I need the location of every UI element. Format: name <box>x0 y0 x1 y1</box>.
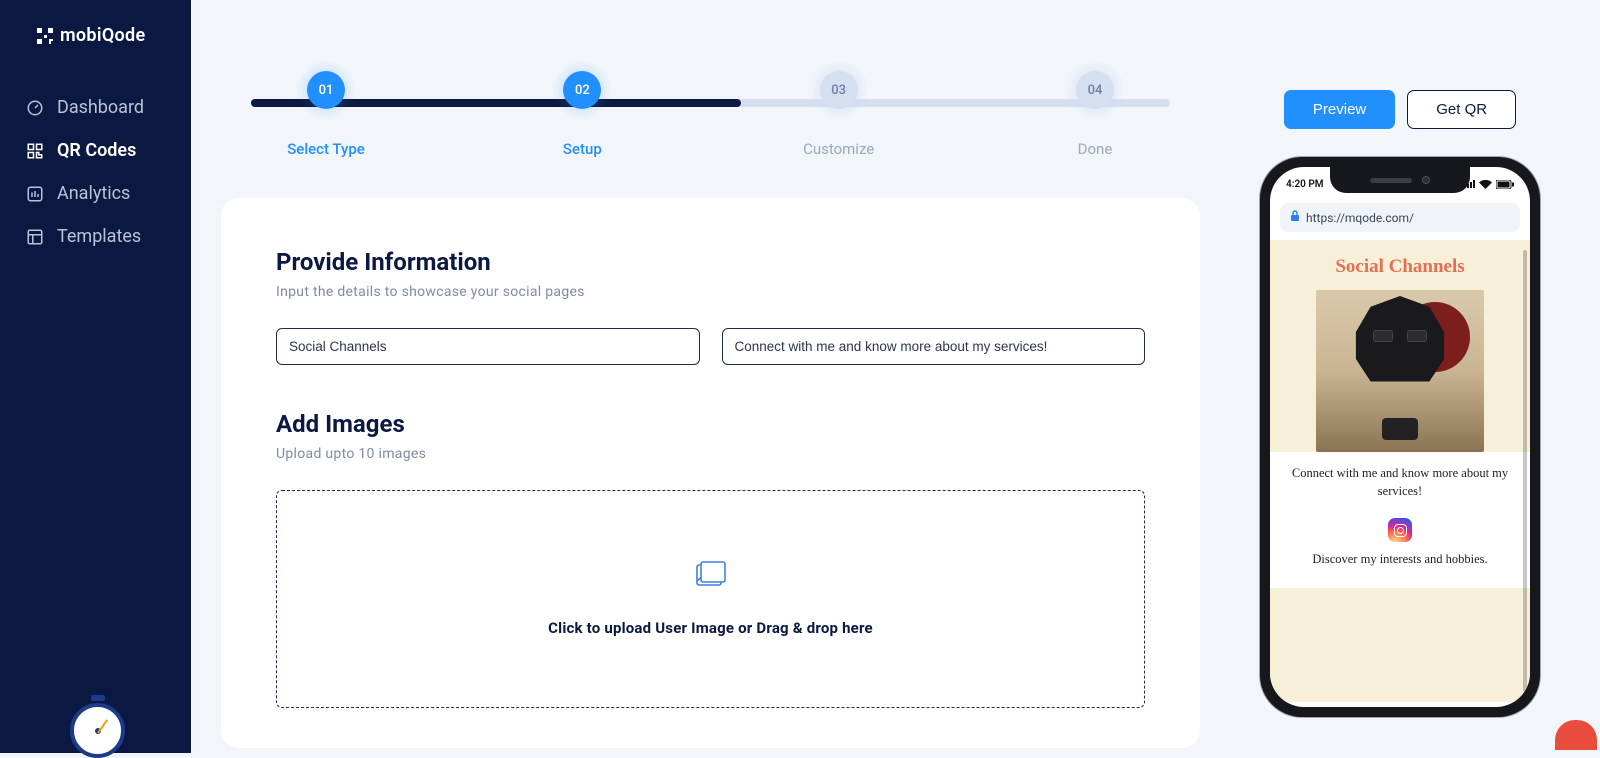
preview-headline: Social Channels <box>1270 240 1530 290</box>
phone-time: 4:20 PM <box>1286 179 1324 190</box>
bar-chart-icon <box>26 185 44 203</box>
stepper: 01 Select Type 02 Setup 03 Customize 04 … <box>221 30 1200 198</box>
setup-form-card: Provide Information Input the details to… <box>221 198 1200 748</box>
preview-button[interactable]: Preview <box>1284 90 1395 129</box>
stopwatch-icon <box>70 703 125 758</box>
status-icons <box>1463 180 1514 189</box>
section-subtitle-images: Upload upto 10 images <box>276 446 1145 462</box>
sidebar-item-label: Templates <box>57 226 141 247</box>
battery-icon <box>1496 180 1514 189</box>
qr-logo-icon <box>36 27 54 45</box>
step-number: 02 <box>563 71 601 109</box>
image-dropzone[interactable]: Click to upload User Image or Drag & dro… <box>276 490 1145 708</box>
sidebar-item-analytics[interactable]: Analytics <box>0 172 191 215</box>
step-done[interactable]: 04 Done <box>1020 60 1170 158</box>
preview-description: Connect with me and know more about my s… <box>1286 464 1514 500</box>
preview-scrollbar[interactable] <box>1523 250 1527 692</box>
phone-preview-body: Social Channels Connect with me and know… <box>1270 240 1530 702</box>
section-title-info: Provide Information <box>276 248 1145 276</box>
phone-url: https://mqode.com/ <box>1306 211 1414 225</box>
layout-icon <box>26 228 44 246</box>
get-qr-button[interactable]: Get QR <box>1407 90 1516 129</box>
step-number: 04 <box>1076 71 1114 109</box>
preview-image <box>1316 290 1484 452</box>
gauge-icon <box>26 99 44 117</box>
step-number: 03 <box>820 71 858 109</box>
phone-url-bar: https://mqode.com/ <box>1280 203 1520 232</box>
step-customize[interactable]: 03 Customize <box>764 60 914 158</box>
chat-widget[interactable] <box>1555 720 1597 750</box>
step-setup[interactable]: 02 Setup <box>507 60 657 158</box>
qr-icon <box>26 142 44 160</box>
brand-name: mobiQode <box>60 25 145 46</box>
sidebar: mobiQode Dashboard QR Codes Analytics Te… <box>0 0 191 753</box>
title-input[interactable] <box>276 328 700 365</box>
logo: mobiQode <box>0 25 191 86</box>
section-subtitle-info: Input the details to showcase your socia… <box>276 284 1145 300</box>
step-label: Customize <box>803 140 874 158</box>
step-select-type[interactable]: 01 Select Type <box>251 60 401 158</box>
instagram-icon[interactable] <box>1388 518 1412 542</box>
sidebar-item-qr-codes[interactable]: QR Codes <box>0 129 191 172</box>
main-nav: Dashboard QR Codes Analytics Templates <box>0 86 191 258</box>
step-number: 01 <box>307 71 345 109</box>
preview-panel: Preview Get QR 4:20 PM https://mqode.com… <box>1230 30 1570 753</box>
step-label: Done <box>1078 140 1113 158</box>
step-label: Setup <box>563 140 602 158</box>
dropzone-text: Click to upload User Image or Drag & dro… <box>548 619 873 637</box>
sidebar-item-label: Dashboard <box>57 97 144 118</box>
preview-ig-caption: Discover my interests and hobbies. <box>1286 550 1514 568</box>
description-input[interactable] <box>722 328 1146 365</box>
sidebar-item-label: QR Codes <box>57 140 136 161</box>
step-label: Select Type <box>287 140 365 158</box>
sidebar-item-templates[interactable]: Templates <box>0 215 191 258</box>
sidebar-item-dashboard[interactable]: Dashboard <box>0 86 191 129</box>
wifi-icon <box>1479 180 1492 189</box>
section-title-images: Add Images <box>276 410 1145 438</box>
sidebar-item-label: Analytics <box>57 183 130 204</box>
lock-icon <box>1290 210 1300 225</box>
phone-notch <box>1330 167 1470 193</box>
phone-mockup: 4:20 PM https://mqode.com/ Social Channe… <box>1260 157 1540 717</box>
image-upload-icon <box>696 561 726 591</box>
